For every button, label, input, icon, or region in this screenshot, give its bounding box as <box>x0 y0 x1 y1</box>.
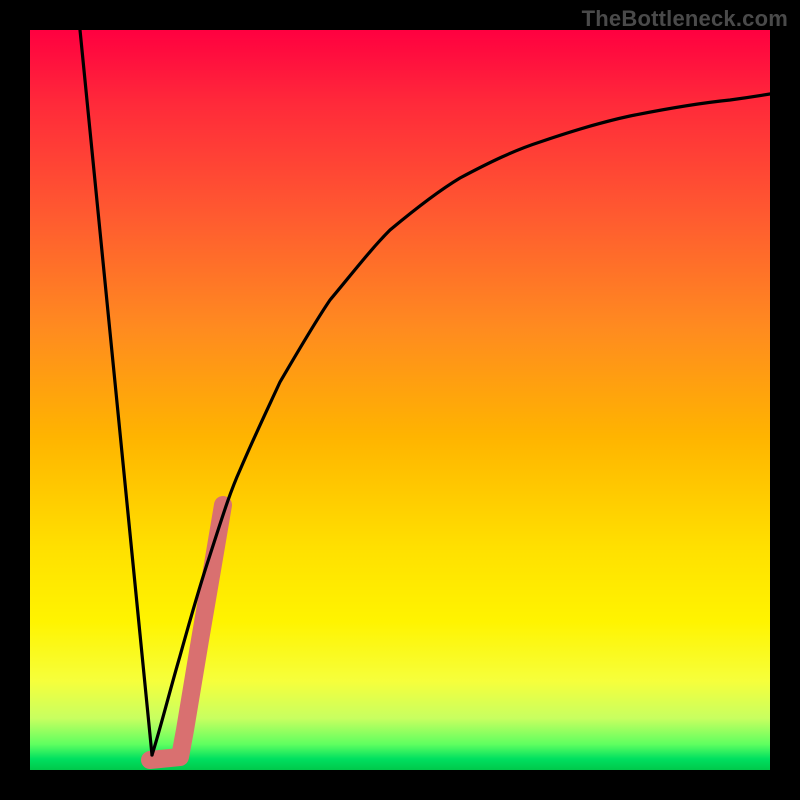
plot-area <box>30 30 770 770</box>
chart-svg <box>30 30 770 770</box>
rising-curve <box>152 94 770 755</box>
outer-frame: TheBottleneck.com <box>0 0 800 800</box>
falling-line <box>80 30 152 755</box>
watermark-text: TheBottleneck.com <box>582 6 788 32</box>
